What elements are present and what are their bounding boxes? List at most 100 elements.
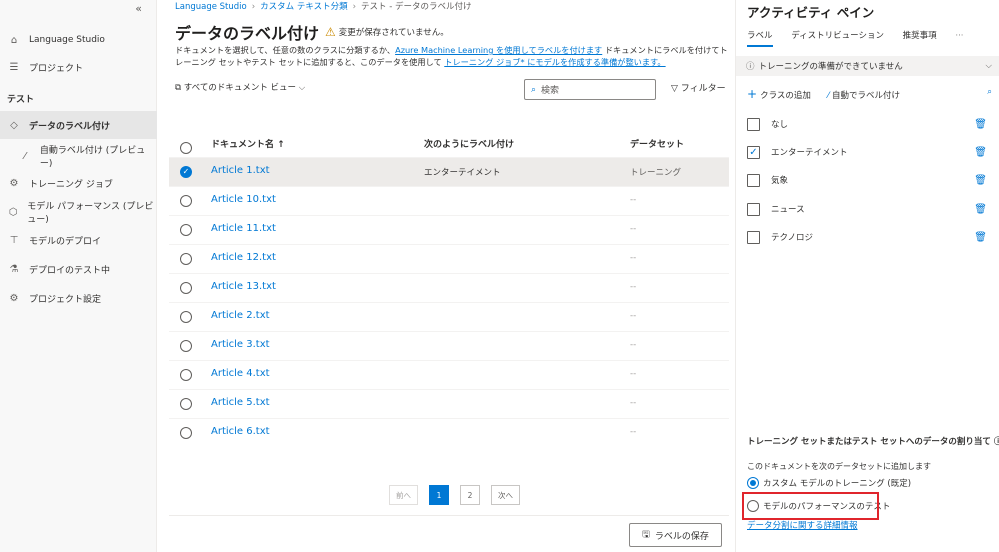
row-radio[interactable] xyxy=(180,224,192,236)
table-row[interactable]: Article 11.txt -- xyxy=(169,215,729,244)
warning-icon: ⚠ xyxy=(325,25,336,39)
label-item-entertainment[interactable]: ✓ エンターテイメント 🗑 xyxy=(747,142,987,162)
info-icon: ⓘ xyxy=(746,62,755,72)
option-training[interactable]: カスタム モデルのトレーニング (既定) xyxy=(747,477,911,489)
training-readiness-notice[interactable]: ⓘ トレーニングの準備ができていません ⌵ xyxy=(736,56,999,76)
nav-item-language-studio[interactable]: ⌂ Language Studio xyxy=(0,26,157,54)
column-document-name[interactable]: ドキュメント名 ↑ xyxy=(211,137,285,150)
prev-page-button[interactable]: 前へ xyxy=(389,485,418,505)
document-link[interactable]: Article 3.txt xyxy=(211,339,270,350)
table-row[interactable]: Article 10.txt -- xyxy=(169,186,729,215)
nav-item-testing-deployments[interactable]: ⚗ デプロイのテスト中 xyxy=(0,255,157,283)
row-radio[interactable] xyxy=(180,195,192,207)
trash-icon[interactable]: 🗑 xyxy=(974,204,987,215)
page-1-button[interactable]: 1 xyxy=(429,485,449,505)
column-labeled-as[interactable]: 次のようにラベル付け xyxy=(424,137,514,150)
data-split-learn-more-link[interactable]: データ分割に関する詳細情報 xyxy=(747,519,858,531)
nav-item-auto-labeling[interactable]: ⁄ 自動ラベル付け (プレビュー) xyxy=(0,142,157,170)
label-checkbox[interactable] xyxy=(747,202,760,216)
aml-label-link[interactable]: Azure Machine Learning を使用してラベルを付けます xyxy=(395,45,602,55)
row-radio[interactable] xyxy=(180,398,192,410)
table-header: ドキュメント名 ↑ 次のようにラベル付け データセット xyxy=(169,132,729,156)
auto-label-button[interactable]: ⁄ 自動でラベル付け xyxy=(814,91,900,101)
trash-icon[interactable]: 🗑 xyxy=(974,147,987,158)
document-link[interactable]: Article 6.txt xyxy=(211,426,270,437)
label-checkbox[interactable] xyxy=(747,230,760,244)
document-link[interactable]: Article 1.txt xyxy=(211,165,270,176)
label-checkbox-checked[interactable]: ✓ xyxy=(747,145,760,159)
label-item-news[interactable]: ニュース 🗑 xyxy=(747,199,987,219)
collapse-nav-button[interactable]: « xyxy=(135,2,142,15)
document-link[interactable]: Article 10.txt xyxy=(211,194,276,205)
table-row[interactable]: Article 3.txt -- xyxy=(169,331,729,360)
document-link[interactable]: Article 11.txt xyxy=(211,223,276,234)
tab-recommendations[interactable]: 推奨事項 xyxy=(903,29,937,41)
nav-item-training-jobs[interactable]: ⚙ トレーニング ジョブ xyxy=(0,169,157,197)
row-dataset: -- xyxy=(630,340,637,350)
document-link[interactable]: Article 5.txt xyxy=(211,397,270,408)
tab-labels[interactable]: ラベル xyxy=(747,29,773,47)
row-dataset: -- xyxy=(630,427,637,437)
breadcrumb-studio[interactable]: Language Studio xyxy=(175,2,247,12)
table-row[interactable]: Article 12.txt -- xyxy=(169,244,729,273)
document-link[interactable]: Article 4.txt xyxy=(211,368,270,379)
next-page-button[interactable]: 次へ xyxy=(491,485,520,505)
table-row[interactable]: Article 13.txt -- xyxy=(169,273,729,302)
breadcrumb-project-type[interactable]: カスタム テキスト分類 xyxy=(260,2,347,12)
table-row[interactable]: ✓ Article 1.txt エンターテイメント トレーニング xyxy=(169,157,729,186)
nav-label: 自動ラベル付け (プレビュー) xyxy=(39,146,146,169)
radio-selected[interactable] xyxy=(747,477,759,489)
nav-item-project-settings[interactable]: ⚙ プロジェクト設定 xyxy=(0,284,157,312)
table-row[interactable]: Article 4.txt -- xyxy=(169,360,729,389)
tab-distribution[interactable]: ディストリビューション xyxy=(791,29,884,41)
training-icon: ⚙ xyxy=(9,177,19,189)
row-radio[interactable] xyxy=(180,253,192,265)
more-tabs-button[interactable]: ··· xyxy=(955,31,963,41)
copy-icon: ⧉ xyxy=(175,83,182,93)
nav-item-deploy-model[interactable]: ⊤ モデルのデプロイ xyxy=(0,226,157,254)
row-radio[interactable] xyxy=(180,427,192,439)
tag-icon: ◇ xyxy=(10,119,18,131)
add-class-label: クラスの追加 xyxy=(760,91,811,101)
save-icon: 🖫 xyxy=(642,530,650,540)
search-input[interactable]: ⌕ 検索 xyxy=(524,79,656,100)
page-2-button[interactable]: 2 xyxy=(460,485,480,505)
document-link[interactable]: Article 12.txt xyxy=(211,252,276,263)
nav-item-model-performance[interactable]: ⬡ モデル パフォーマンス (プレビュー) xyxy=(0,198,157,226)
row-radio[interactable] xyxy=(180,340,192,352)
filter-button[interactable]: ▽ フィルター xyxy=(671,81,726,94)
search-icon[interactable]: ⌕ xyxy=(987,87,992,97)
dataset-split-title: トレーニング セットまたはテスト セットへのデータの割り当て ⓘ xyxy=(747,437,999,447)
nav-item-projects[interactable]: ☰ プロジェクト xyxy=(0,53,157,81)
table-row[interactable]: Article 5.txt -- xyxy=(169,389,729,418)
nav-label: モデルのデプロイ xyxy=(29,236,102,247)
row-radio[interactable] xyxy=(180,369,192,381)
add-class-button[interactable]: + クラスの追加 xyxy=(747,87,811,101)
label-checkbox[interactable] xyxy=(747,173,760,187)
document-link[interactable]: Article 13.txt xyxy=(211,281,276,292)
deploy-icon: ⊤ xyxy=(9,234,19,246)
training-jobs-link[interactable]: トレーニング ジョブ* にモデルを作成する準備が整います。 xyxy=(444,57,665,67)
label-item-technology[interactable]: テクノロジ 🗑 xyxy=(747,227,987,247)
label-checkbox[interactable] xyxy=(747,117,760,131)
document-view-dropdown[interactable]: ⧉ すべてのドキュメント ビュー ⌵ xyxy=(175,81,305,93)
row-radio[interactable] xyxy=(180,311,192,323)
trash-icon[interactable]: 🗑 xyxy=(974,232,987,243)
document-link[interactable]: Article 2.txt xyxy=(211,310,270,321)
save-labels-button[interactable]: 🖫 ラベルの保存 xyxy=(629,523,722,547)
column-dataset[interactable]: データセット xyxy=(630,137,684,150)
option-label: カスタム モデルのトレーニング (既定) xyxy=(763,479,912,489)
table-row[interactable]: Article 2.txt -- xyxy=(169,302,729,331)
search-icon: ⌕ xyxy=(531,84,537,95)
page-title: データのラベル付け xyxy=(175,24,320,43)
home-icon: ⌂ xyxy=(10,34,18,46)
row-radio-checked[interactable]: ✓ xyxy=(180,166,192,178)
nav-item-data-labeling[interactable]: ◇ データのラベル付け xyxy=(0,111,157,139)
label-item-weather[interactable]: 気象 🗑 xyxy=(747,170,987,190)
row-dataset: -- xyxy=(630,398,637,408)
table-row[interactable]: Article 6.txt -- xyxy=(169,418,729,447)
trash-icon[interactable]: 🗑 xyxy=(974,119,987,130)
trash-icon[interactable]: 🗑 xyxy=(974,175,987,186)
label-item-none[interactable]: なし 🗑 xyxy=(747,114,987,134)
row-radio[interactable] xyxy=(180,282,192,294)
